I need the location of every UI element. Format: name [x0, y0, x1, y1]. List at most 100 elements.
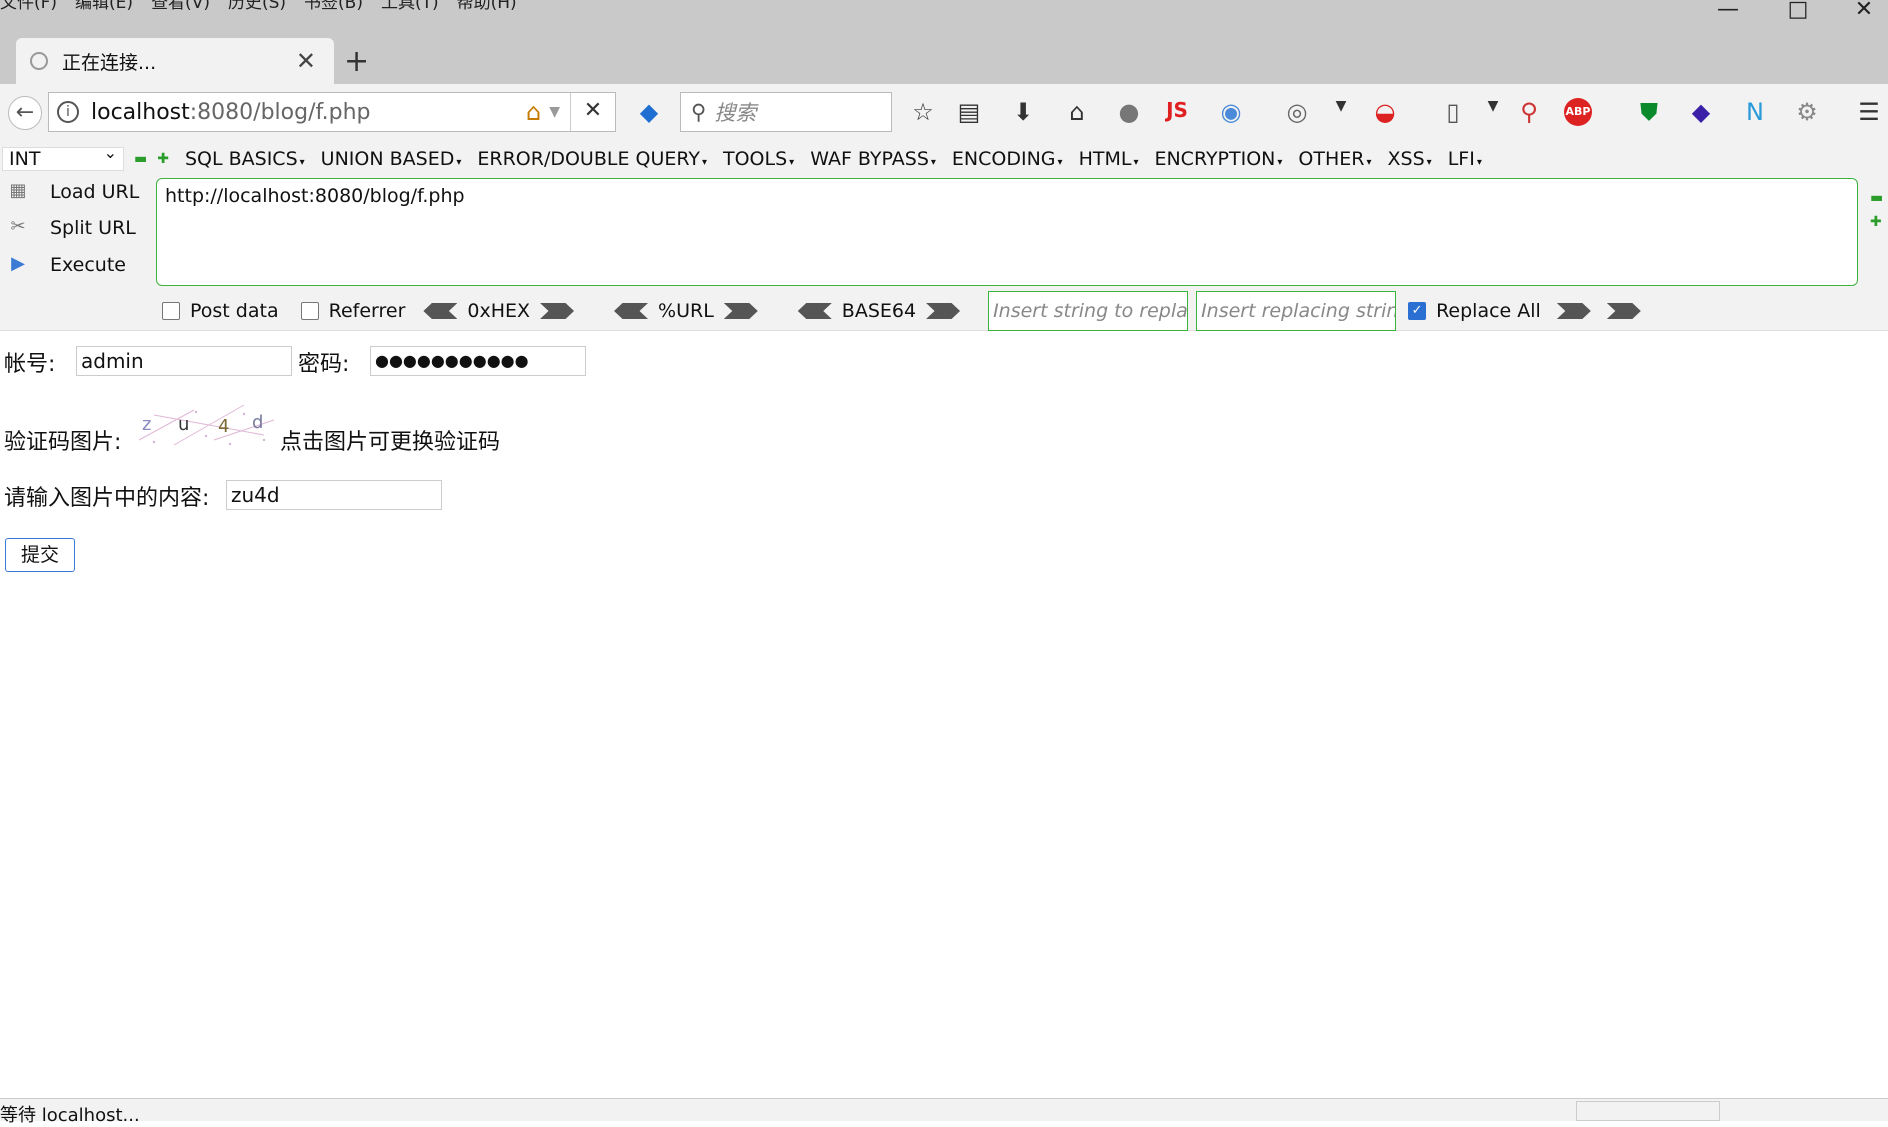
post-data-checkbox[interactable]	[162, 302, 180, 320]
google-icon[interactable]: ◉	[1214, 98, 1248, 126]
captcha-char-d: d	[252, 412, 263, 433]
layout-icon[interactable]: ▯	[1436, 98, 1470, 126]
url-encode-arrow-icon[interactable]	[723, 303, 758, 319]
split-url-button[interactable]: ✂ Split URL	[6, 216, 136, 240]
menu-help[interactable]: 帮助(H)	[457, 0, 517, 22]
menu-view[interactable]: 查看(V)	[151, 0, 210, 22]
menu-error-double-query[interactable]: ERROR/DOUBLE QUERY	[477, 148, 707, 170]
captcha-char-u: u	[178, 414, 189, 435]
captcha-input-label: 请输入图片中的内容:	[4, 486, 210, 511]
referrer-checkbox[interactable]	[300, 302, 319, 320]
url-encode-label: %URL	[658, 300, 714, 322]
menu-sql-basics[interactable]: SQL BASICS	[185, 148, 305, 170]
hamburger-menu-icon[interactable]: ☰	[1852, 98, 1886, 126]
menu-edit[interactable]: 编辑(E)	[75, 0, 133, 22]
replace-to-input[interactable]: Insert replacing string	[1196, 291, 1397, 331]
split-url-label: Split URL	[50, 217, 136, 239]
captcha-input[interactable]: zu4d	[226, 480, 442, 510]
green-shield-icon[interactable]: ⛊	[1632, 98, 1666, 126]
js-icon[interactable]: JS	[1160, 98, 1194, 122]
url-bar[interactable]: i localhost:8080/blog/f.php ⌂ ▼ ✕	[48, 92, 616, 132]
nord-icon[interactable]: N	[1738, 98, 1772, 126]
menu-lfi[interactable]: LFI	[1448, 148, 1482, 170]
load-url-icon: ▦	[9, 180, 27, 201]
layout-dropdown-icon[interactable]: ▼	[1476, 98, 1510, 114]
home-icon[interactable]: ⌂	[1060, 98, 1094, 126]
replace-from-input[interactable]: Insert string to replace	[988, 291, 1189, 331]
menu-encoding[interactable]: ENCODING	[952, 148, 1063, 170]
execute-button[interactable]: ▶ Execute	[6, 253, 126, 277]
hackbar-url-textarea[interactable]: http://localhost:8080/blog/f.php	[156, 178, 1858, 286]
url-decode-arrow-icon[interactable]	[614, 303, 649, 319]
account-input[interactable]: admin	[76, 346, 292, 376]
account-label: 帐号:	[4, 352, 56, 377]
stop-button[interactable]: ✕	[570, 93, 615, 131]
new-tab-button[interactable]: +	[344, 44, 369, 79]
search-input[interactable]: ⚲ 搜索	[680, 92, 892, 132]
replace-all-checkbox[interactable]: ✓	[1408, 302, 1427, 320]
base64-encode-arrow-icon[interactable]	[926, 303, 961, 319]
menu-bar: 文件(F) 编辑(E) 查看(V) 历史(S) 书签(B) 工具(T) 帮助(H…	[0, 0, 517, 22]
pocket-icon[interactable]: ◆	[632, 98, 666, 126]
bookmark-star-icon[interactable]: ☆	[906, 98, 940, 126]
globe-icon[interactable]: ●	[1112, 98, 1146, 126]
search-icon: ⚲	[691, 100, 707, 124]
type-select[interactable]: INT	[2, 142, 124, 171]
menu-file[interactable]: 文件(F)	[0, 0, 57, 22]
textarea-resize-controls[interactable]: ▬ ✚	[1870, 186, 1883, 234]
replace-all-label: Replace All	[1436, 300, 1541, 322]
submit-button[interactable]: 提交	[5, 538, 75, 572]
gear-icon[interactable]: ⚙	[1790, 98, 1824, 126]
captcha-label: 验证码图片:	[4, 430, 122, 455]
zoom-icon[interactable]: ⚲	[1512, 98, 1546, 126]
password-input[interactable]: ●●●●●●●●●●●	[370, 346, 586, 376]
url-text[interactable]: localhost:8080/blog/f.php	[91, 100, 371, 125]
reading-list-icon[interactable]: ▤	[952, 98, 986, 126]
plus-icon[interactable]: ✚	[157, 151, 169, 167]
menu-other[interactable]: OTHER	[1298, 148, 1371, 170]
menu-html[interactable]: HTML	[1079, 148, 1139, 170]
menu-waf-bypass[interactable]: WAF BYPASS	[810, 148, 936, 170]
captcha-char-z: z	[142, 414, 151, 435]
info-icon[interactable]: i	[57, 101, 79, 123]
abp-icon[interactable]: ABP	[1564, 98, 1592, 126]
status-bar: 等待 localhost...	[0, 1098, 1888, 1126]
cube-icon[interactable]: ◆	[1684, 98, 1718, 126]
palette-icon[interactable]: ◎	[1280, 98, 1314, 126]
menu-xss[interactable]: XSS	[1388, 148, 1432, 170]
status-text: 等待 localhost...	[0, 1105, 140, 1126]
menu-bookmarks[interactable]: 书签(B)	[304, 0, 363, 22]
hex-label: 0xHEX	[467, 300, 531, 322]
shield-red-icon[interactable]: ◒	[1368, 98, 1402, 126]
base64-decode-arrow-icon[interactable]	[797, 303, 832, 319]
replace-back-arrow-icon[interactable]	[1606, 303, 1641, 319]
home-icon[interactable]: ⌂	[526, 98, 541, 126]
load-url-button[interactable]: ▦ Load URL	[6, 180, 139, 204]
dropdown-icon[interactable]: ▼	[1324, 98, 1358, 114]
tab-close-icon[interactable]: ✕	[296, 47, 316, 75]
download-icon[interactable]: ⬇	[1006, 98, 1040, 126]
tab-title: 正在连接...	[62, 51, 157, 74]
close-window-button[interactable]: ✕	[1830, 0, 1888, 22]
referrer-label: Referrer	[328, 300, 406, 322]
url-dropdown-icon[interactable]: ▼	[549, 104, 560, 120]
tab-current[interactable]: 正在连接... ✕	[16, 38, 334, 84]
minimize-button[interactable]: —	[1694, 0, 1762, 22]
menu-tools-hb[interactable]: TOOLS	[723, 148, 794, 170]
scissors-icon: ✂	[10, 216, 26, 237]
menu-history[interactable]: 历史(S)	[228, 0, 286, 22]
menu-tools[interactable]: 工具(T)	[381, 0, 439, 22]
captcha-image[interactable]: z u 4 d	[134, 400, 280, 450]
hex-encode-arrow-icon[interactable]	[540, 303, 575, 319]
menu-encryption[interactable]: ENCRYPTION	[1154, 148, 1282, 170]
captcha-hint: 点击图片可更换验证码	[280, 430, 501, 455]
loading-spinner-icon	[30, 52, 48, 70]
minus-icon[interactable]: ▬	[134, 151, 147, 167]
hex-decode-arrow-icon[interactable]	[423, 303, 458, 319]
replace-forward-arrow-icon[interactable]	[1556, 303, 1591, 319]
menu-union-based[interactable]: UNION BASED	[321, 148, 462, 170]
maximize-button[interactable]: □	[1764, 0, 1832, 22]
load-url-label: Load URL	[50, 181, 140, 203]
url-host: localhost	[91, 99, 190, 125]
back-button[interactable]: ←	[8, 96, 42, 130]
